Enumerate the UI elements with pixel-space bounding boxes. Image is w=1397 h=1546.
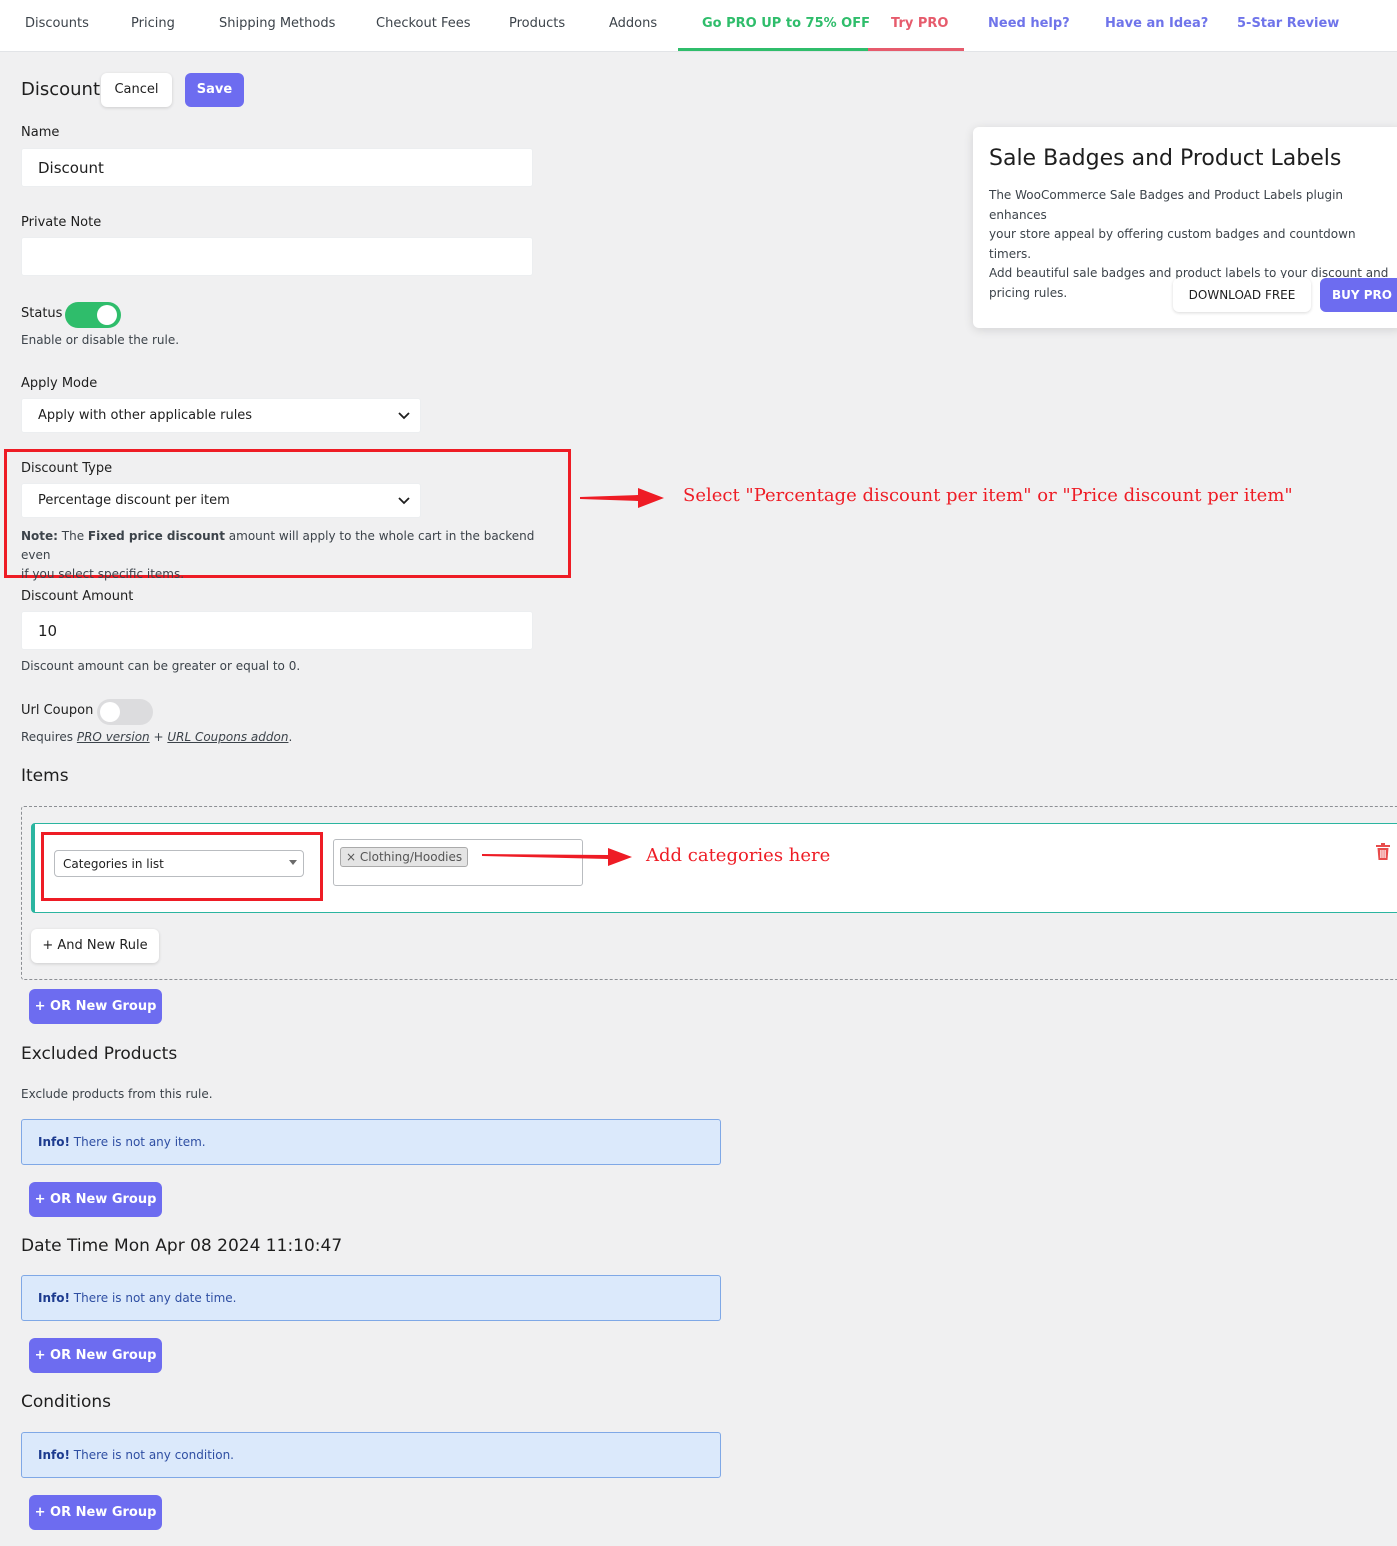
status-toggle-knob (97, 305, 117, 325)
buy-pro-button[interactable]: BUY PRO (1320, 278, 1397, 312)
discount-type-annotation: Select "Percentage discount per item" or… (683, 485, 1293, 506)
top-nav: Discounts Pricing Shipping Methods Check… (0, 0, 1397, 52)
tab-addons[interactable]: Addons (609, 0, 657, 52)
discount-type-note: Note: The Fixed price discount amount wi… (21, 529, 535, 581)
status-label: Status (21, 306, 63, 321)
promo-title: Sale Badges and Product Labels (989, 146, 1342, 171)
annotation-arrow (482, 848, 632, 866)
pro-version-link[interactable]: PRO version (77, 730, 150, 744)
url-coupons-addon-link[interactable]: URL Coupons addon (167, 730, 288, 744)
trash-icon[interactable] (1376, 843, 1390, 864)
discount-type-label: Discount Type (21, 461, 113, 476)
date-time-info-alert: Info! There is not any date time. (21, 1275, 721, 1321)
conditions-info-alert: Info! There is not any condition. (21, 1432, 721, 1478)
tag-label: Clothing/Hoodies (359, 850, 463, 864)
download-free-button[interactable]: DOWNLOAD FREE (1173, 278, 1311, 312)
excluded-info-alert: Info! There is not any item. (21, 1119, 721, 1165)
discount-amount-label: Discount Amount (21, 589, 134, 604)
tab-go-pro[interactable]: Go PRO UP to 75% OFF (702, 0, 870, 52)
tab-products[interactable]: Products (509, 0, 565, 52)
discount-type-value: Percentage discount per item (38, 493, 230, 508)
discount-amount-help: Discount amount can be greater or equal … (21, 659, 301, 673)
items-or-new-group-button[interactable]: + OR New Group (29, 989, 162, 1024)
chevron-down-icon (398, 399, 410, 433)
tab-pricing[interactable]: Pricing (131, 0, 175, 52)
categories-annotation: Add categories here (646, 845, 831, 866)
tab-shipping-methods[interactable]: Shipping Methods (219, 0, 335, 52)
tab-go-pro-underline (678, 48, 868, 51)
cancel-button[interactable]: Cancel (101, 73, 172, 107)
and-new-rule-button[interactable]: + And New Rule (31, 929, 159, 963)
tab-checkout-fees[interactable]: Checkout Fees (376, 0, 471, 52)
tab-discounts[interactable]: Discounts (25, 0, 89, 52)
discount-type-select[interactable]: Percentage discount per item (21, 483, 421, 518)
category-tag: × Clothing/Hoodies (340, 847, 469, 867)
caret-down-icon (289, 860, 297, 865)
apply-mode-label: Apply Mode (21, 376, 98, 391)
apply-mode-value: Apply with other applicable rules (38, 408, 253, 423)
private-note-label: Private Note (21, 215, 102, 230)
status-help: Enable or disable the rule. (21, 333, 180, 347)
tab-try-pro-underline (868, 48, 964, 51)
conditions-title: Conditions (21, 1392, 111, 1412)
url-coupon-label: Url Coupon (21, 703, 94, 718)
tab-need-help[interactable]: Need help? (988, 0, 1070, 52)
tag-remove-icon[interactable]: × (346, 850, 356, 864)
annotation-arrow (580, 488, 664, 508)
tab-five-star-review[interactable]: 5-Star Review (1237, 0, 1339, 52)
url-coupon-toggle[interactable] (97, 699, 153, 725)
save-button[interactable]: Save (185, 73, 244, 107)
date-time-title: Date Time Mon Apr 08 2024 11:10:47 (21, 1236, 343, 1256)
chevron-down-icon (398, 484, 410, 518)
page-title: Discount (21, 79, 101, 100)
status-toggle[interactable] (65, 302, 121, 328)
name-input[interactable]: Discount (21, 148, 533, 187)
name-label: Name (21, 125, 60, 140)
excluded-products-help: Exclude products from this rule. (21, 1087, 213, 1101)
conditions-or-new-group-button[interactable]: + OR New Group (29, 1495, 162, 1530)
rule-type-select[interactable]: Categories in list (54, 850, 304, 877)
discount-amount-input[interactable]: 10 (21, 611, 533, 650)
excluded-products-title: Excluded Products (21, 1044, 178, 1064)
url-coupon-help: Requires PRO version + URL Coupons addon… (21, 730, 293, 744)
items-title: Items (21, 766, 69, 786)
tab-have-idea[interactable]: Have an Idea? (1105, 0, 1208, 52)
rule-type-value: Categories in list (63, 857, 164, 871)
excluded-or-new-group-button[interactable]: + OR New Group (29, 1182, 162, 1217)
apply-mode-select[interactable]: Apply with other applicable rules (21, 398, 421, 433)
url-coupon-toggle-knob (100, 702, 120, 722)
private-note-input[interactable] (21, 237, 533, 276)
date-time-or-new-group-button[interactable]: + OR New Group (29, 1338, 162, 1373)
tab-try-pro[interactable]: Try PRO (891, 0, 948, 52)
